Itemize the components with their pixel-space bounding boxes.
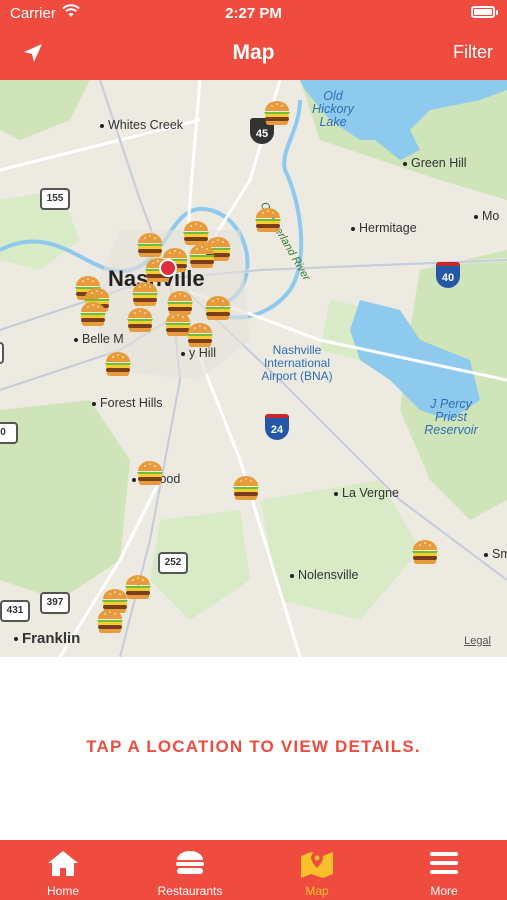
tab-more-label: More xyxy=(430,884,458,898)
status-bar: Carrier 2:27 PM xyxy=(0,0,507,28)
route-155-shield: 155 xyxy=(40,188,70,210)
legal-link[interactable]: Legal xyxy=(464,635,491,647)
place-sm: Sm xyxy=(484,547,507,561)
burger-pin-icon[interactable] xyxy=(203,293,233,323)
burger-pin-icon[interactable] xyxy=(262,98,292,128)
tab-bar: Home Restaurants Map More xyxy=(0,840,507,900)
tab-home[interactable]: Home xyxy=(0,840,126,900)
tab-restaurants[interactable]: Restaurants xyxy=(127,840,253,900)
burger-pin-icon[interactable] xyxy=(95,606,125,636)
tab-more[interactable]: More xyxy=(381,840,507,900)
menu-icon xyxy=(426,848,462,878)
map-icon xyxy=(299,848,335,878)
place-franklin: Franklin xyxy=(14,630,80,647)
place-green-hill: Green Hill xyxy=(403,156,467,170)
home-icon xyxy=(45,848,81,878)
details-panel: TAP A LOCATION TO VIEW DETAILS. xyxy=(0,657,507,840)
route-0-shield: 0 xyxy=(0,422,18,444)
clock: 2:27 PM xyxy=(225,5,282,22)
nav-bar: Map Filter xyxy=(0,28,507,80)
place-forest-hills: Forest Hills xyxy=(92,396,163,410)
route-431-shield: 431 xyxy=(0,600,30,622)
tab-home-label: Home xyxy=(46,884,79,898)
place-nolensville: Nolensville xyxy=(290,568,358,582)
details-prompt: TAP A LOCATION TO VIEW DETAILS. xyxy=(86,737,421,756)
filter-button[interactable]: Filter xyxy=(453,42,493,63)
tab-map-label: Map xyxy=(305,884,329,898)
place-old-hickory-lake: Old Hickory Lake xyxy=(312,89,354,129)
page-title: Map xyxy=(232,41,275,64)
route-397-shield: 397 xyxy=(40,592,70,614)
burger-pin-icon[interactable] xyxy=(185,320,215,350)
current-location-pin[interactable] xyxy=(159,259,177,277)
map-view[interactable]: Whites Creek Old Hickory Lake Green Hill… xyxy=(0,80,507,657)
place-belle-meade: Belle M xyxy=(74,332,124,346)
burger-pin-icon[interactable] xyxy=(187,241,217,271)
route-partial-shield xyxy=(0,342,4,364)
interstate-40-shield: 40 xyxy=(436,262,460,288)
burger-pin-icon[interactable] xyxy=(103,349,133,379)
place-percy-priest: J Percy Priest Reservoir xyxy=(424,397,478,437)
place-hermitage: Hermitage xyxy=(351,221,417,235)
place-mo: Mo xyxy=(474,209,499,223)
route-252-shield: 252 xyxy=(158,552,188,574)
burger-pin-icon[interactable] xyxy=(410,537,440,567)
tab-restaurants-label: Restaurants xyxy=(157,884,223,898)
place-la-vergne: La Vergne xyxy=(334,486,399,500)
burger-pin-icon[interactable] xyxy=(253,205,283,235)
burger-icon xyxy=(172,848,208,878)
burger-pin-icon[interactable] xyxy=(125,305,155,335)
place-airport: Nashville International Airport (BNA) xyxy=(261,343,333,383)
battery-icon xyxy=(471,6,498,18)
burger-pin-icon[interactable] xyxy=(78,299,108,329)
place-whites-creek: Whites Creek xyxy=(100,118,183,132)
burger-pin-icon[interactable] xyxy=(231,473,261,503)
interstate-24-shield: 24 xyxy=(265,414,289,440)
burger-pin-icon[interactable] xyxy=(135,458,165,488)
tab-map[interactable]: Map xyxy=(254,840,380,900)
